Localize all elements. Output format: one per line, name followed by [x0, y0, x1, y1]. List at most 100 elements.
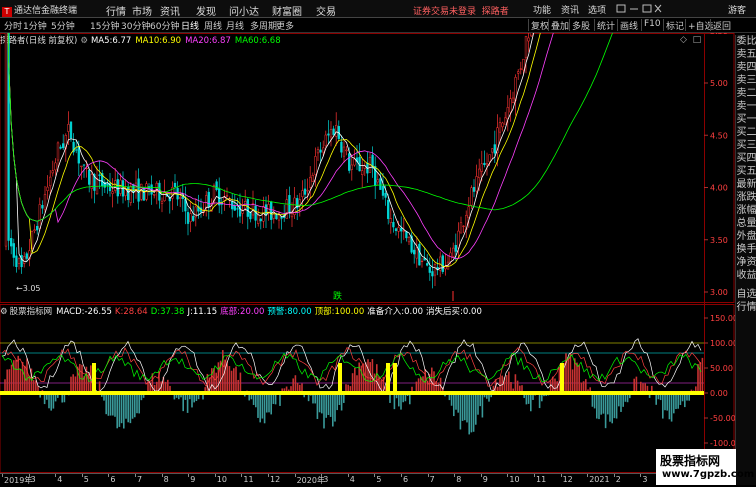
hist-bar [129, 393, 132, 424]
candle-body [36, 225, 39, 231]
side-item-11[interactable]: 最新 [736, 178, 756, 191]
side-item-17[interactable]: 净资 [736, 256, 756, 269]
candle-body [309, 176, 312, 188]
candle-body [402, 230, 405, 232]
toolbar-zixun[interactable]: 资讯 [561, 3, 579, 16]
period-6[interactable]: 日线 [181, 19, 199, 32]
period-1[interactable]: 1分钟 [23, 19, 47, 32]
candle-body [329, 129, 333, 138]
side-item-12[interactable]: 涨跌 [736, 191, 756, 204]
candle-body [114, 180, 117, 191]
notice-stock-link[interactable]: 探路者 [482, 7, 509, 17]
candle-body [98, 174, 101, 177]
side-item-1[interactable]: 卖五 [736, 48, 756, 61]
indicator-value: 0.00 [462, 307, 482, 317]
menu-hangqing[interactable]: 行情 [106, 3, 126, 18]
side-item-10[interactable]: 买五 [736, 165, 756, 178]
menu-wenxiaoda[interactable]: 问小达 [229, 3, 259, 18]
side-item-3[interactable]: 卖三 [736, 74, 756, 87]
indicator-label: 底部: [220, 307, 241, 317]
date-tick [587, 474, 589, 477]
hist-bar [213, 368, 215, 393]
date-tick [135, 474, 136, 477]
login-notice[interactable]: 证券交易未登录 探路者 [413, 4, 509, 17]
menu-faxian[interactable]: 发现 [196, 3, 216, 18]
right-tool-6[interactable]: 标记 [666, 19, 684, 32]
tool-divider [548, 19, 549, 31]
date-label-20: 11 [536, 475, 547, 484]
hist-bar [565, 353, 567, 393]
right-tool-0[interactable]: 复权 [531, 19, 549, 32]
indicator-gear-icon[interactable]: ⚙ [0, 307, 8, 317]
side-item-9[interactable]: 买四 [736, 152, 756, 165]
period-10[interactable]: 更多 [276, 19, 294, 32]
side-item-7[interactable]: 买二 [736, 126, 756, 139]
side-item-6[interactable]: 买一 [736, 113, 756, 126]
menu-shichang[interactable]: 市场 [132, 3, 152, 18]
right-tool-2[interactable]: 多股 [572, 19, 590, 32]
toolbar-xuanxiang[interactable]: 选项 [588, 3, 606, 16]
period-2[interactable]: 5分钟 [51, 19, 75, 32]
date-tick [55, 474, 57, 477]
hist-bar [116, 393, 118, 429]
candle-body [129, 185, 132, 203]
date-tick [427, 474, 429, 477]
hist-bar [677, 393, 679, 409]
guest-label[interactable]: 游客 [728, 3, 746, 16]
hist-bar [668, 393, 671, 420]
hist-bar [112, 393, 114, 416]
chart-area[interactable]: 7.507.006.506.005.505.004.504.003.503.00… [0, 33, 735, 473]
candle-body [413, 249, 416, 255]
indicator-name: 股票指标网 [9, 307, 53, 317]
hist-bar [268, 393, 270, 413]
side-item-13[interactable]: 涨幅 [736, 204, 756, 217]
hist-bar [684, 393, 686, 408]
main-chart-controls[interactable]: ◇ □ [680, 35, 701, 45]
period-7[interactable]: 周线 [204, 19, 222, 32]
candle-body [49, 176, 52, 187]
hist-bar [52, 393, 55, 409]
right-tool-1[interactable]: 叠加 [551, 19, 569, 32]
right-tool-5[interactable]: F10 [644, 19, 661, 29]
date-label-2: 4 [57, 475, 63, 484]
side-item-18[interactable]: 收益 [736, 269, 756, 282]
candle-body [285, 199, 288, 219]
right-tool-8[interactable]: 返回 [713, 19, 731, 32]
side-item-2[interactable]: 卖四 [736, 61, 756, 74]
chart-expand-icon[interactable]: □ [693, 35, 702, 45]
right-tool-4[interactable]: 画线 [620, 19, 638, 32]
hist-bar [481, 393, 484, 418]
side-item-16[interactable]: 换手 [736, 243, 756, 256]
side-item-20[interactable]: 自选 [736, 288, 756, 301]
hist-bar [622, 393, 624, 407]
period-5[interactable]: 60分钟 [150, 19, 179, 32]
hist-bar [633, 378, 635, 393]
period-8[interactable]: 月线 [226, 19, 244, 32]
side-item-4[interactable]: 卖二 [736, 87, 756, 100]
side-item-21[interactable]: 行情 [736, 301, 756, 314]
menu-jiaoyi[interactable]: 交易 [316, 3, 336, 18]
side-item-15[interactable]: 外盘 [736, 230, 756, 243]
candle-body [314, 156, 317, 175]
indicator-item-6: 顶部:100.00 [315, 307, 365, 317]
candle-body [472, 187, 476, 192]
side-item-5[interactable]: 卖一 [736, 100, 756, 113]
side-item-0[interactable]: 委比 [736, 35, 756, 48]
side-item-8[interactable]: 买三 [736, 139, 756, 152]
period-0[interactable]: 分时 [4, 19, 22, 32]
period-4[interactable]: 30分钟 [121, 19, 150, 32]
hist-bar [393, 393, 396, 410]
right-tool-3[interactable]: 统计 [597, 19, 615, 32]
hist-bar [367, 359, 369, 393]
date-tick [321, 474, 323, 477]
side-item-14[interactable]: 总量 [736, 217, 756, 230]
period-9[interactable]: 多周期 [250, 19, 277, 32]
period-3[interactable]: 15分钟 [90, 19, 119, 32]
menu-caifuquan[interactable]: 财富圈 [272, 3, 302, 18]
toolbar-gongneng[interactable]: 功能 [533, 3, 551, 16]
candle-body [441, 255, 444, 272]
restore-icon [616, 4, 626, 13]
candle-body [132, 184, 135, 193]
chart-settings-icon[interactable]: ◇ [680, 35, 687, 45]
menu-zixun[interactable]: 资讯 [160, 3, 180, 18]
